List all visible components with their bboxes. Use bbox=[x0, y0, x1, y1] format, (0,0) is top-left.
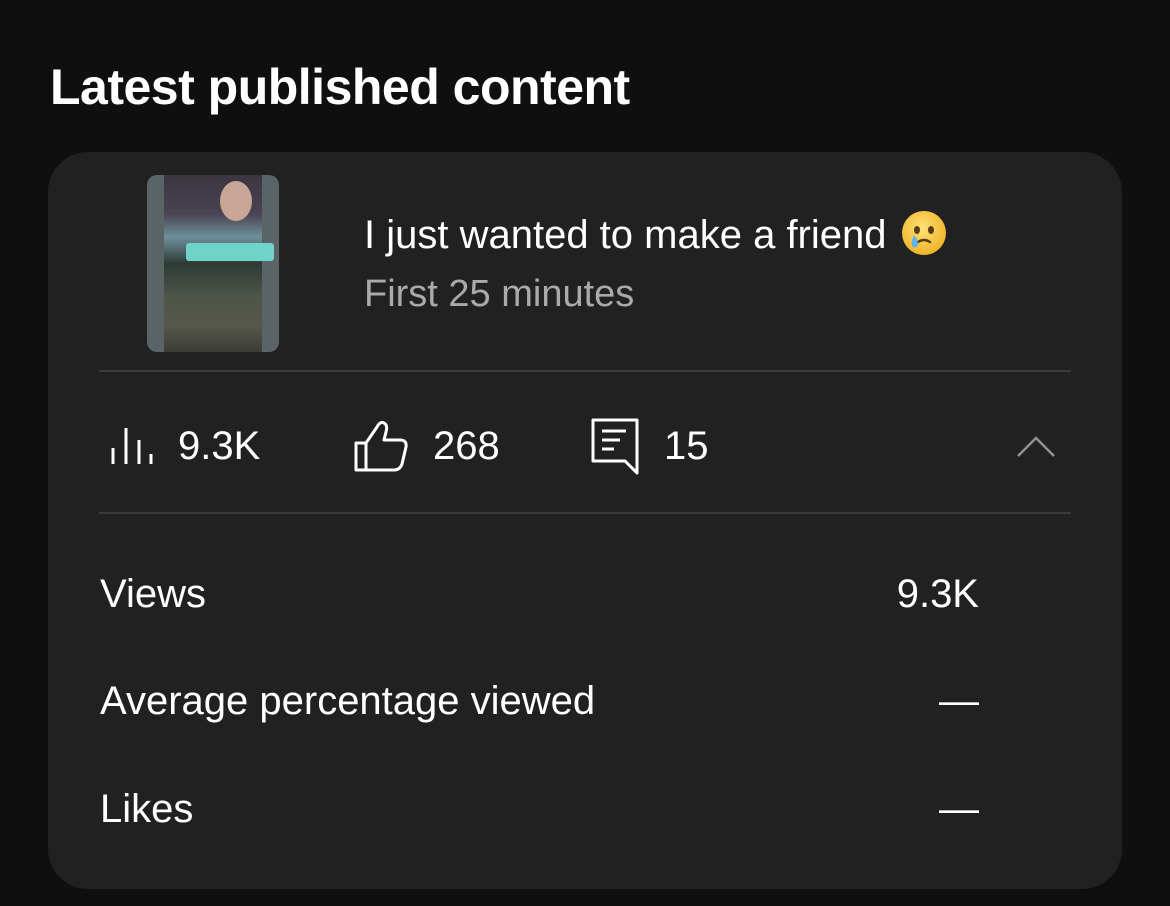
video-title-text: I just wanted to make a friend bbox=[364, 213, 887, 257]
metric-label-avg-percentage: Average percentage viewed bbox=[100, 679, 596, 723]
video-title[interactable]: I just wanted to make a friend bbox=[364, 210, 947, 258]
section-title: Latest published content bbox=[50, 59, 630, 115]
metric-value-views: 9.3K bbox=[896, 572, 979, 616]
likes-stat: 268 bbox=[353, 421, 500, 472]
comment-icon bbox=[591, 418, 639, 475]
video-subtitle: First 25 minutes bbox=[364, 273, 635, 315]
video-thumbnail[interactable] bbox=[147, 175, 279, 352]
crying-face-icon bbox=[901, 211, 946, 255]
comments-count: 15 bbox=[664, 423, 709, 468]
metric-value-likes: — bbox=[939, 787, 979, 831]
bar-chart-icon bbox=[111, 428, 153, 464]
divider-top bbox=[99, 370, 1071, 372]
thumbs-up-icon bbox=[354, 421, 408, 472]
thumbnail-image bbox=[164, 175, 274, 352]
metric-label-views: Views bbox=[100, 572, 206, 616]
chevron-up-icon[interactable] bbox=[1016, 432, 1056, 460]
comments-stat: 15 bbox=[590, 418, 709, 475]
likes-count: 268 bbox=[433, 423, 500, 468]
thumbnail-caption bbox=[186, 243, 274, 261]
views-count: 9.3K bbox=[178, 423, 261, 468]
views-stat: 9.3K bbox=[108, 422, 260, 470]
metric-value-avg-percentage: — bbox=[939, 679, 979, 723]
thumbnail-person bbox=[220, 181, 252, 221]
divider-bottom bbox=[99, 512, 1071, 514]
latest-content-card[interactable]: I just wanted to make a friend First 25 … bbox=[48, 152, 1122, 889]
metric-label-likes: Likes bbox=[100, 787, 194, 831]
